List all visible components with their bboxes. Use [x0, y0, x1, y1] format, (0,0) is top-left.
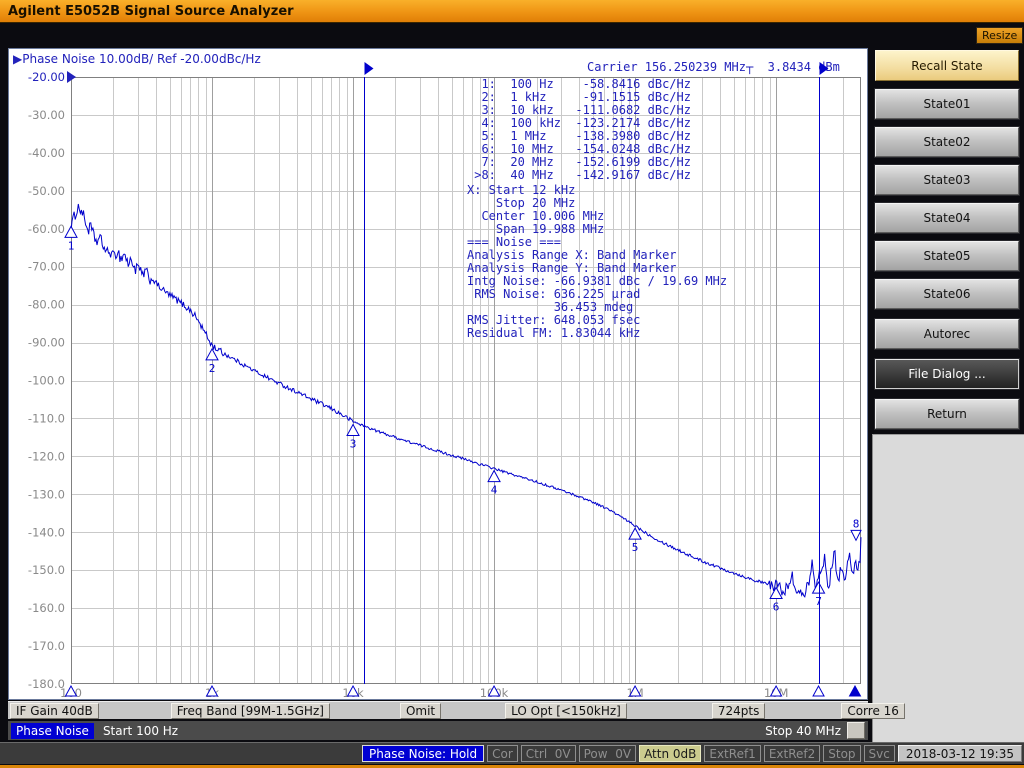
svg-text:-90.00: -90.00: [28, 336, 65, 350]
sidebar-lower-panel: [872, 434, 1024, 742]
phase-noise-plot: -20.00 -30.00 -40.00 -50.00 -60.00 -70.00 -80.…: [9, 49, 869, 701]
softkey-autorec[interactable]: Autorec: [875, 319, 1019, 349]
svg-text:-110.0: -110.0: [28, 411, 65, 425]
svg-text:-150.0: -150.0: [28, 563, 65, 577]
resize-button[interactable]: Resize: [976, 27, 1023, 44]
svg-text:-60.00: -60.00: [28, 222, 65, 236]
svg-text:-140.0: -140.0: [28, 525, 65, 539]
indicator-pow-0v: Pow 0V: [579, 745, 636, 762]
softkey-state03[interactable]: State03: [875, 165, 1019, 195]
svg-text:-70.00: -70.00: [28, 260, 65, 274]
graph-window: -20.00 -30.00 -40.00 -50.00 -60.00 -70.00 -80.…: [8, 48, 868, 700]
svg-text:5: 5: [632, 541, 639, 554]
softkey-sidebar: Recall State State01 State02 State03 State0…: [870, 48, 1024, 742]
sweep-start-label: Start 100 Hz: [103, 724, 178, 738]
measurement-status-row: IF Gain 40dB Freq Band [99M-1.5GHz] Omit LO…: [8, 701, 868, 719]
svg-text:2: 2: [209, 362, 216, 375]
svg-text:8: 8: [853, 517, 860, 530]
softkey-return[interactable]: Return: [875, 399, 1019, 429]
svg-text:-100.0: -100.0: [28, 374, 65, 388]
sweep-status-row: Phase Noise Start 100 Hz Stop 40 MHz: [8, 721, 868, 740]
title-bar: Agilent E5052B Signal Source Analyzer: [0, 0, 1024, 23]
indicator-extref2: ExtRef2: [764, 745, 820, 762]
marker-table-row: >8: 40 MHz -142.9167 dBc/Hz: [467, 169, 691, 182]
svg-text:6: 6: [773, 600, 780, 613]
indicator-attn-0db: Attn 0dB: [639, 745, 701, 762]
active-trace-badge: Phase Noise: [11, 723, 94, 739]
sweep-row-button[interactable]: [847, 722, 865, 739]
softkey-file-dialog[interactable]: File Dialog ...: [875, 359, 1019, 389]
status-field-corre-16[interactable]: Corre 16: [841, 703, 905, 719]
svg-text:-50.00: -50.00: [28, 184, 65, 198]
indicator-2018-03-12-19-35: 2018-03-12 19:35: [898, 745, 1022, 762]
softkey-menu-title: Recall State: [875, 50, 1019, 81]
svg-text:3: 3: [350, 437, 357, 450]
svg-text:7: 7: [815, 595, 822, 608]
svg-text:1: 1: [68, 239, 75, 252]
trace-select-arrow-icon: ▶: [13, 52, 22, 66]
softkey-state01[interactable]: State01: [875, 89, 1019, 119]
indicator-extref1: ExtRef1: [704, 745, 760, 762]
svg-text:-170.0: -170.0: [28, 639, 65, 653]
status-field-if-gain-40db[interactable]: IF Gain 40dB: [10, 703, 99, 719]
softkey-state05[interactable]: State05: [875, 241, 1019, 271]
noise-analysis-readout: X: Start 12 kHz Stop 20 MHz Center 10.00…: [467, 184, 727, 340]
instrument-status-bar: Phase Noise: HoldCorCtrl 0VPow 0VAttn 0d…: [0, 742, 1024, 764]
indicator-cor: Cor: [487, 745, 518, 762]
carrier-readout: Carrier 156.250239 MHz┬ 3.8434 dBm: [587, 61, 840, 74]
softkey-state06[interactable]: State06: [875, 279, 1019, 309]
svg-text:-40.00: -40.00: [28, 146, 65, 160]
svg-text:-130.0: -130.0: [28, 487, 65, 501]
status-field-omit[interactable]: Omit: [400, 703, 441, 719]
svg-text:-120.0: -120.0: [28, 449, 65, 463]
softkey-state02[interactable]: State02: [875, 127, 1019, 157]
indicator-ctrl-0v: Ctrl 0V: [521, 745, 576, 762]
status-field-724pts[interactable]: 724pts: [712, 703, 765, 719]
sweep-stop-label: Stop 40 MHz: [765, 724, 841, 738]
svg-text:-20.00: -20.00: [28, 70, 65, 84]
status-field-lo-opt-150khz[interactable]: LO Opt [<150kHz]: [505, 703, 627, 719]
indicator-stop: Stop: [823, 745, 860, 762]
svg-text:-80.00: -80.00: [28, 298, 65, 312]
graph-header-label: Phase Noise 10.00dB/ Ref -20.00dBc/Hz: [22, 52, 261, 66]
svg-text:-30.00: -30.00: [28, 108, 65, 122]
graph-header: ▶Phase Noise 10.00dB/ Ref -20.00dBc/Hz: [13, 52, 261, 66]
marker-table: 1: 100 Hz -58.8416 dBc/Hz 2: 1 kHz -91.1…: [467, 78, 691, 182]
indicator-svc: Svc: [864, 745, 895, 762]
analysis-line: Residual FM: 1.83044 kHz: [467, 327, 727, 340]
svg-text:-160.0: -160.0: [28, 601, 65, 615]
app-title: Agilent E5052B Signal Source Analyzer: [8, 4, 294, 19]
softkey-state04[interactable]: State04: [875, 203, 1019, 233]
status-field-freq-band-99m-1-5ghz[interactable]: Freq Band [99M-1.5GHz]: [171, 703, 330, 719]
indicator-phase-noise-hold: Phase Noise: Hold: [362, 745, 484, 762]
svg-text:4: 4: [491, 484, 498, 497]
